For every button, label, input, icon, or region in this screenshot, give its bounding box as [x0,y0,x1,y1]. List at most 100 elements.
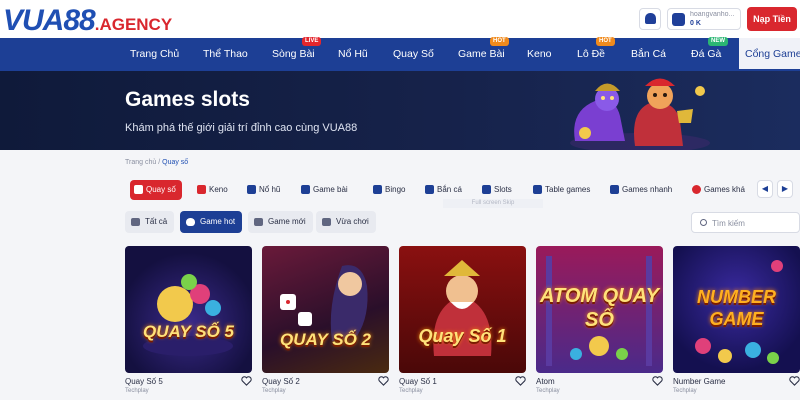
filter-label: Game mới [268,217,306,226]
search-icon [700,219,707,226]
banner-subtitle: Khám phá thế giới giải trí đỉnh cao cùng… [125,122,358,134]
game-provider: Techplay [536,388,560,394]
tab-lottery[interactable]: Quay số [130,180,182,200]
hero-banner: Games slots Khám phá thế giới giải trí đ… [0,71,800,150]
game-thumbnail[interactable]: Quay Số 1 [399,246,526,373]
tab-other-games[interactable]: Games khá [688,180,745,200]
tab-label: Table games [545,185,591,194]
game-name: Quay Số 2 [262,377,300,386]
nav-item-lo-de[interactable]: Lô Đề HOT [577,37,615,71]
balance: 0 K [690,20,701,27]
game-provider: Techplay [673,388,697,394]
jackpot-icon [247,185,256,194]
favorite-heart-icon[interactable] [241,376,252,386]
tab-label: Game bài [313,185,348,194]
favorite-heart-icon[interactable] [652,376,663,386]
recent-icon [322,218,331,226]
new-badge: NEW [708,37,728,46]
nav-label: Lô Đề [577,48,606,60]
deposit-button[interactable]: Nạp Tiền [747,7,797,31]
tab-keno[interactable]: Keno [193,180,228,200]
logo-suffix: .AGENCY [94,15,173,34]
game-thumbnail[interactable]: QUAY SỐ 5 [125,246,252,373]
rocket-icon [610,185,619,194]
fish-icon [425,185,434,194]
tab-jackpot[interactable]: Nổ hũ [243,180,280,200]
nav-item-keno[interactable]: Keno [527,38,552,71]
filter-recent[interactable]: Vừa chơi [316,211,376,233]
username: hoangvanho... [690,11,735,18]
nav-label: Đá Gà [691,48,722,60]
logo-number: 88 [63,4,95,37]
tab-label: Nổ hũ [259,185,281,194]
game-name: Quay Số 1 [399,377,437,386]
nav-item-slots[interactable]: Nổ Hũ [338,38,368,71]
nav-item-game-portal[interactable]: Cổng Game [739,38,800,71]
favorite-heart-icon[interactable] [789,376,800,386]
nav-label: Thể Thao [203,48,248,60]
game-name: Atom [536,377,555,386]
game-thumbnail[interactable]: NUMBER GAME [673,246,800,373]
tab-label: Keno [209,185,228,194]
banner-title: Games slots [125,88,250,111]
game-art-title: QUAY SỐ 5 [142,322,234,341]
nav-item-sports[interactable]: Thể Thao [203,38,248,71]
favorite-heart-icon[interactable] [515,376,526,386]
game-provider: Techplay [262,388,286,394]
vua88-logo[interactable]: VUA88.AGENCY [3,4,172,38]
game-name: Quay Số 5 [125,377,163,386]
other-games-icon [692,185,701,194]
game-thumbnail[interactable]: ATOM QUAY SỐ [536,246,663,373]
chevron-right-icon: ▶ [781,184,789,193]
favorite-heart-icon[interactable] [378,376,389,386]
chevron-left-icon: ◀ [761,184,769,193]
tab-card-games[interactable]: Game bài [297,180,348,200]
game-name: Number Game [673,377,726,386]
tab-bingo[interactable]: Bingo [369,180,405,200]
nav-label: Nổ Hũ [338,48,368,60]
nav-item-lottery[interactable]: Quay Số [393,38,434,71]
tab-slots[interactable]: Slots [478,180,512,200]
nav-item-casino[interactable]: Sòng Bài LIVE [272,37,322,71]
tab-label: Quay số [146,185,176,194]
bell-icon [645,13,656,24]
live-badge: LIVE [302,37,322,46]
nav-label: Sòng Bài [272,48,315,60]
notification-button[interactable] [639,8,661,30]
tab-label: Slots [494,185,512,194]
tab-quick-games[interactable]: Games nhanh [606,180,672,200]
game-art-title: Quay Số 1 [418,326,507,346]
top-header: VUA88.AGENCY hoangvanho... 0 K Nạp Tiền [0,0,800,38]
tab-table-games[interactable]: Table games [529,180,590,200]
search-box[interactable] [691,212,800,233]
tab-fishing[interactable]: Bắn cá [421,180,462,200]
breadcrumb-separator: / [158,159,161,166]
nav-item-fishing[interactable]: Bắn Cá [631,38,666,71]
nav-item-card-games[interactable]: Game Bài HOT [458,37,509,71]
nav-item-home[interactable]: Trang Chủ [130,38,179,71]
bingo-icon [373,185,382,194]
game-provider: Techplay [125,388,149,394]
fullscreen-skip-hint: Full screen Skip [443,199,543,208]
keno-icon [197,185,206,194]
hot-badge: HOT [596,37,615,46]
scroll-right-button[interactable]: ▶ [777,180,793,198]
hot-badge: HOT [490,37,509,46]
search-input[interactable] [712,216,796,230]
filter-label: Vừa chơi [336,217,369,226]
filter-all[interactable]: Tất cả [125,211,175,233]
filter-new[interactable]: Game mới [248,211,313,233]
scroll-left-button[interactable]: ◀ [757,180,773,198]
main-nav: Trang Chủ Thể Thao Sòng Bài LIVE Nổ Hũ Qu… [0,37,800,71]
logo-text: VUA [3,4,64,37]
slots-icon [482,185,491,194]
banner-characters-illustration [570,78,710,150]
filter-hot[interactable]: Game hot [180,211,243,233]
nav-item-cockfight[interactable]: Đá Gà NEW [691,37,728,71]
dice-character-art [280,265,368,341]
filter-label: Game hot [200,217,236,226]
game-thumbnail[interactable]: QUAY SỐ 2 [262,246,389,373]
breadcrumb-home[interactable]: Trang chủ [125,159,156,166]
user-account-button[interactable]: hoangvanho... 0 K [667,8,741,30]
tab-label: Games nhanh [622,185,673,194]
